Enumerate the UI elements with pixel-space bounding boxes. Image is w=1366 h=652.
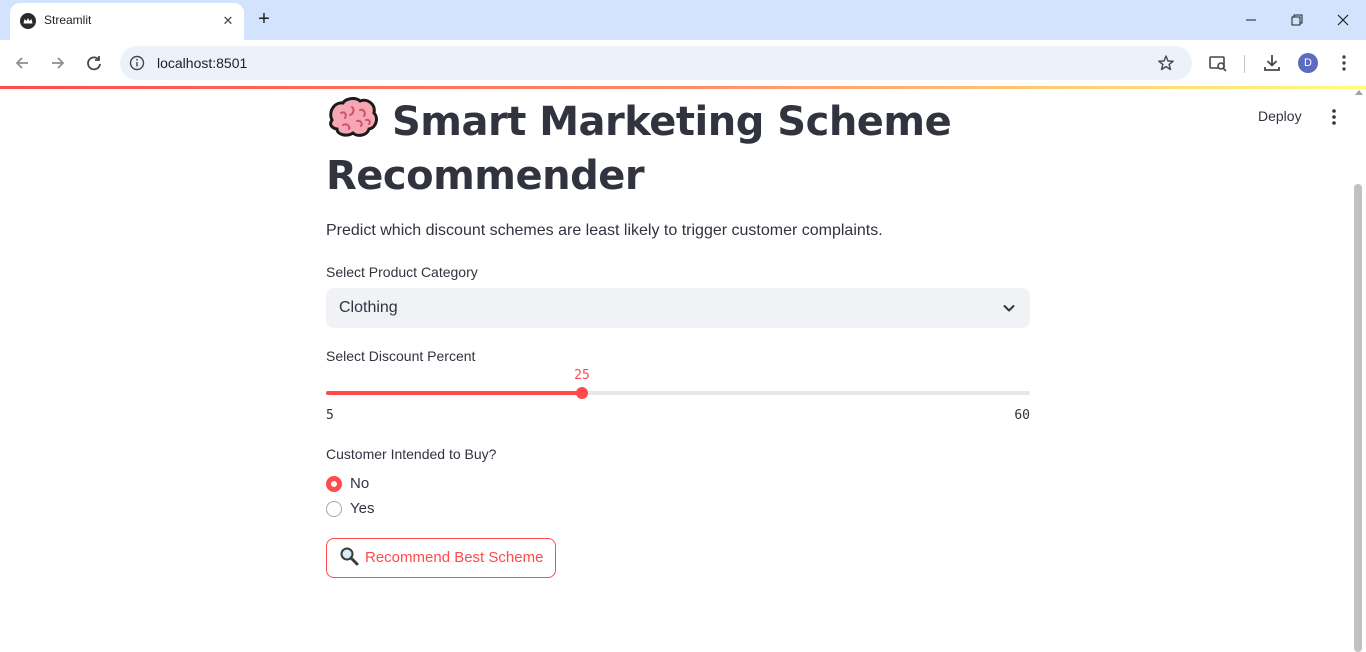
tab-close-icon[interactable]: ✕ <box>218 11 238 31</box>
scroll-up-icon[interactable] <box>1355 90 1363 95</box>
back-arrow-icon[interactable] <box>10 51 34 75</box>
page-subtitle: Predict which discount schemes are least… <box>326 222 883 239</box>
slider-max-value: 60 <box>1014 408 1030 423</box>
radio-unchecked-icon[interactable] <box>326 501 342 517</box>
slider-current-value: 25 <box>574 368 590 383</box>
browser-menu-icon[interactable] <box>1333 52 1355 74</box>
category-select[interactable]: Clothing <box>326 288 1030 328</box>
url-text[interactable]: localhost:8501 <box>157 55 247 71</box>
address-bar[interactable]: localhost:8501 <box>120 46 1192 80</box>
browser-toolbar: localhost:8501 D <box>0 40 1366 86</box>
restore-icon[interactable] <box>1282 6 1312 34</box>
recommend-button-label: Recommend Best Scheme <box>365 549 544 566</box>
tab-title: Streamlit <box>44 13 92 27</box>
category-selected-value: Clothing <box>339 299 398 316</box>
window-close-icon[interactable] <box>1328 6 1358 34</box>
magnifier-icon <box>339 543 359 566</box>
reload-icon[interactable] <box>82 51 106 75</box>
intent-label: Customer Intended to Buy? <box>326 446 497 462</box>
forward-arrow-icon[interactable] <box>46 51 70 75</box>
scrollbar-thumb[interactable] <box>1354 184 1362 652</box>
radio-label-no: No <box>350 475 370 492</box>
category-label: Select Product Category <box>326 264 478 280</box>
slider-thumb[interactable] <box>576 387 588 399</box>
browser-tabstrip: Streamlit ✕ + <box>0 0 1366 40</box>
radio-checked-icon[interactable] <box>326 476 342 492</box>
slider-fill <box>326 391 582 395</box>
recommend-button[interactable]: Recommend Best Scheme <box>326 538 557 578</box>
streamlit-app: Deploy Smart Marketing Scheme Recommende… <box>0 89 1366 652</box>
tab-search-icon[interactable] <box>1207 52 1229 74</box>
discount-label: Select Discount Percent <box>326 348 476 364</box>
minimize-icon[interactable] <box>1236 6 1266 34</box>
radio-label-yes: Yes <box>350 500 375 517</box>
discount-slider[interactable]: 25 <box>326 368 1030 399</box>
slider-min-value: 5 <box>326 408 334 423</box>
toolbar-divider <box>1244 55 1245 73</box>
page-title: Smart Marketing Scheme Recommender <box>326 95 1030 203</box>
site-info-icon[interactable] <box>129 55 145 71</box>
bookmark-star-icon[interactable] <box>1157 54 1175 72</box>
app-menu-icon[interactable] <box>1324 107 1344 127</box>
streamlit-favicon-icon <box>20 13 36 29</box>
profile-avatar[interactable]: D <box>1298 53 1318 73</box>
deploy-button[interactable]: Deploy <box>1258 108 1302 124</box>
browser-tab[interactable]: Streamlit ✕ <box>10 3 244 40</box>
brain-icon <box>326 96 380 140</box>
new-tab-icon[interactable]: + <box>254 8 274 32</box>
download-icon[interactable] <box>1261 52 1283 74</box>
chevron-down-icon[interactable] <box>1000 299 1018 317</box>
page-title-text: Smart Marketing Scheme Recommender <box>326 99 952 199</box>
